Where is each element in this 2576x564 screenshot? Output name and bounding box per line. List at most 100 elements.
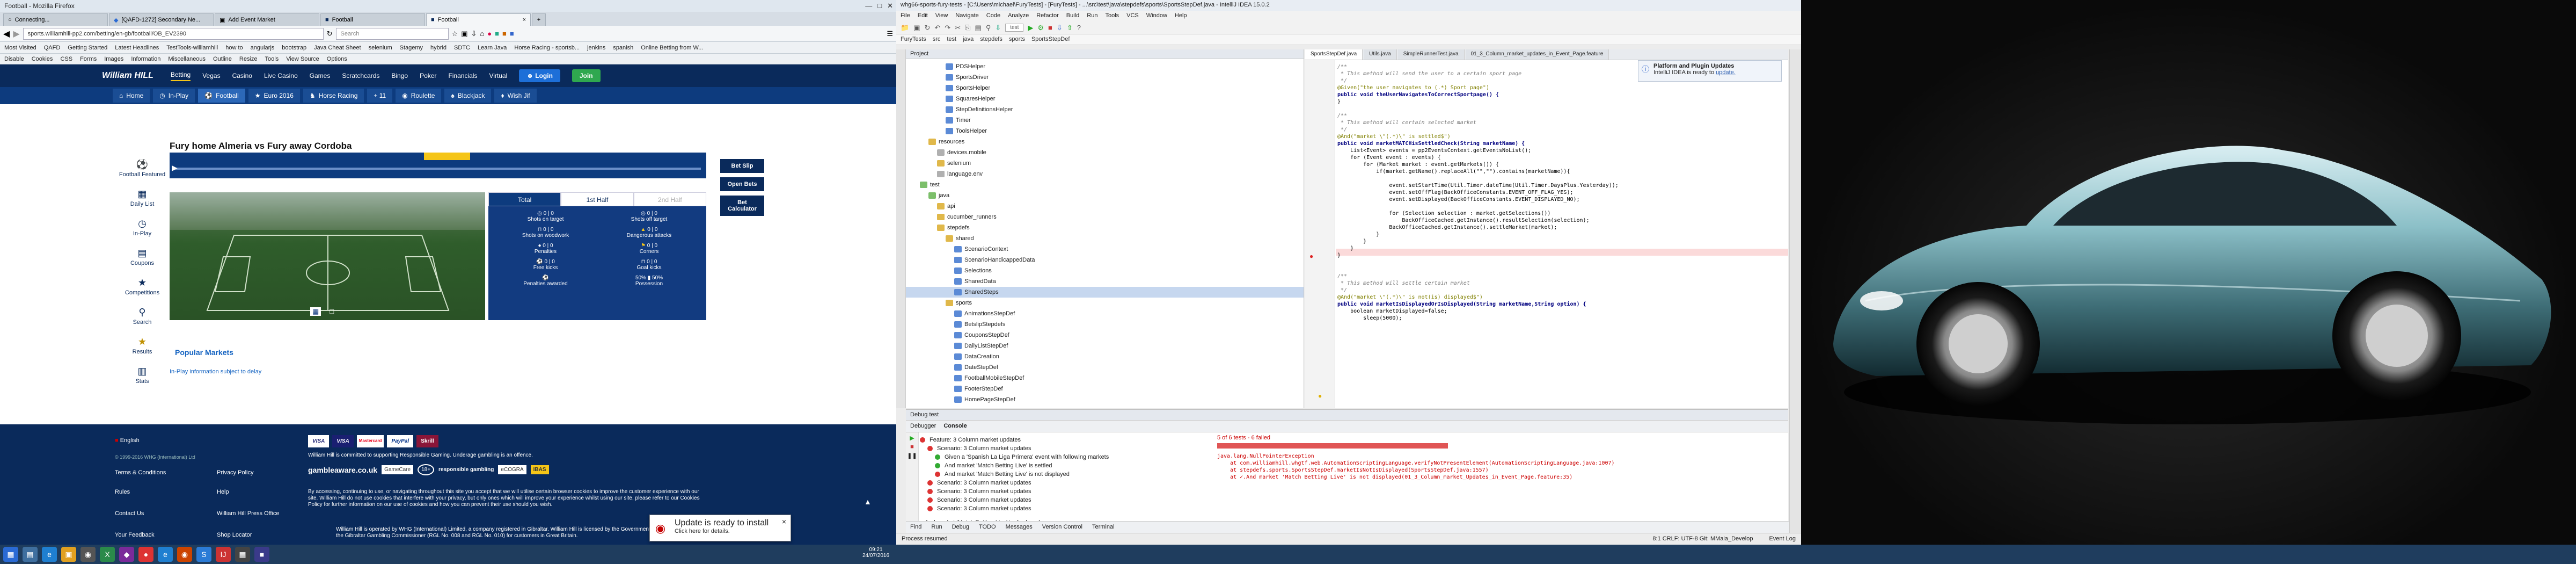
footer-link[interactable]: Contact Us [115,510,144,517]
ie-icon[interactable]: e [158,547,173,562]
find-icon[interactable]: ⚲ [986,24,991,32]
undo-icon[interactable]: ↶ [934,24,940,32]
bookmark-item[interactable]: Getting Started [68,45,107,51]
tree-row[interactable]: CouponsStepDef [906,330,1304,341]
tree-row[interactable]: SportsHelper [906,83,1304,93]
menu-item[interactable]: Edit [918,12,928,20]
tree-row[interactable]: cucumber_runners [906,212,1304,222]
tree-row[interactable]: BetslipStepdefs [906,319,1304,330]
test-row[interactable]: Feature: 3 Column market updates [920,436,1210,444]
editor-gutter[interactable]: ● ● [1305,60,1335,408]
bet-calculator-button[interactable]: Bet Calculator [720,196,764,216]
bookmark-item[interactable]: angularjs [251,45,275,51]
tool-window-tab[interactable]: Run [931,524,942,531]
bookmark-item[interactable]: hybrid [430,45,447,51]
skype-icon[interactable]: S [196,547,211,562]
code-editor[interactable]: SportsStepDef.java Utils.java SimpleRunn… [1305,49,1788,408]
save-icon[interactable]: ▣ [913,24,920,32]
breadcrumb-item[interactable]: test [947,36,956,43]
webdev-menu-item[interactable]: Images [104,56,123,62]
webdev-menu-item[interactable]: Options [327,56,347,62]
forward-icon[interactable]: ▶ [13,28,19,39]
browser-tab-active[interactable]: ■ Football × [426,13,531,26]
bookmark-item[interactable]: Java Cheat Sheet [314,45,361,51]
breadcrumb-item[interactable]: SportsStepDef [1031,36,1070,43]
play-icon[interactable]: ▶ [172,163,178,172]
tree-row[interactable]: DataCreation [906,351,1304,362]
tool-window-tab[interactable]: Version Control [1042,524,1082,531]
tree-row[interactable]: FooterStepDef [906,384,1304,394]
debug-icon[interactable]: ⚙ [1037,24,1044,32]
tree-row[interactable]: test [906,179,1304,190]
tree-row[interactable]: Selections [906,265,1304,276]
tree-row[interactable]: SquaresHelper [906,93,1304,104]
run-icon[interactable]: ▶ [1028,24,1033,32]
ibas-logo[interactable]: IBAS [530,465,549,474]
close-tab-icon[interactable]: × [523,17,526,23]
pause-icon[interactable]: ❚❚ [906,452,918,459]
event-log[interactable]: Event Log [1769,536,1796,543]
webdev-menu-item[interactable]: Resize [239,56,258,62]
sidebar-item-daily-list[interactable]: ▦ Daily List [113,189,172,207]
star-icon[interactable]: ☆ [452,30,458,38]
update-link[interactable]: update. [1716,69,1736,76]
footer-link[interactable]: Help [217,489,292,495]
nav-bingo[interactable]: Bingo [391,72,408,79]
editor-tab[interactable]: SportsStepDef.java [1305,49,1363,60]
editor-tab[interactable]: Utils.java [1364,49,1397,60]
bookmark-item[interactable]: Stagemy [400,45,423,51]
editor-tab[interactable]: SimpleRunnerTest.java [1397,49,1465,60]
footer-link[interactable]: Rules [115,489,130,495]
stop-icon[interactable]: ■ [1048,24,1052,32]
subnav-horse-racing[interactable]: ♞ Horse Racing [303,89,364,103]
vcs-commit-icon[interactable]: ⇧ [1067,24,1073,32]
tree-row[interactable]: ScenarioHandicappedData [906,255,1304,265]
tab-total[interactable]: Total [488,192,561,206]
download-icon[interactable]: ⇩ [471,30,477,38]
bet-slip-button[interactable]: Bet Slip [720,159,764,173]
status-right[interactable]: 8:1 CRLF: UTF-8 Git: MMaia_Develop [1652,536,1753,543]
tree-row[interactable]: SharedData [906,276,1304,287]
editor-tab[interactable]: 01_3_Column_market_updates_in_Event_Page… [1465,49,1609,60]
tool-window-tab[interactable]: Messages [1006,524,1033,531]
bookmark-item[interactable]: QAFD [44,45,61,51]
copy-icon[interactable]: ⎘ [965,24,970,32]
tree-row[interactable]: DailyListStepDef [906,341,1304,351]
pocket-icon[interactable]: ● [487,30,492,38]
bookmark-item[interactable]: Learn Java [478,45,507,51]
sidebar-item-competitions[interactable]: ★ Competitions [113,277,172,296]
tree-row[interactable]: shared [906,233,1304,244]
bookmark-item[interactable]: Horse Racing - sportsb... [514,45,580,51]
join-button[interactable]: Join [572,69,601,82]
explorer-icon[interactable]: ▤ [23,547,38,562]
subnav-football[interactable]: ⚽ Football [198,89,245,103]
wh-logo[interactable]: William HILL [102,71,153,81]
sidebar-item-featured[interactable]: ⚽ Football Featured [113,159,172,178]
footer-link[interactable]: Privacy Policy [217,469,292,476]
bookmark-item[interactable]: Latest Headlines [115,45,159,51]
bookmark-item[interactable]: TestTools-williamhill [166,45,218,51]
webdev-menu-item[interactable]: Cookies [32,56,53,62]
tool-window-tab[interactable]: Debug [952,524,969,531]
bookmark-item[interactable]: Most Visited [4,45,36,51]
sync-icon[interactable]: ↻ [924,24,930,32]
tree-row[interactable]: language.env [906,169,1304,179]
tree-row[interactable]: DateStepDef [906,362,1304,373]
menu-item[interactable]: File [901,12,910,20]
ie-icon[interactable]: e [42,547,57,562]
update-notification[interactable]: ⓘ Platform and Plugin Updates IntelliJ I… [1638,60,1782,82]
run-config-select[interactable]: test [1005,24,1024,32]
webdev-menu-item[interactable]: Disable [4,56,24,62]
browser-tab[interactable]: ■ Football [320,13,425,26]
extension-icon[interactable]: ■ [510,30,514,38]
login-button[interactable]: ☻ Login [519,69,560,82]
webdev-menu-item[interactable]: View Source [286,56,319,62]
vcs-update-icon[interactable]: ⇩ [1057,24,1063,32]
breadcrumb-item[interactable]: FuryTests [901,36,926,43]
redo-icon[interactable]: ↷ [945,24,950,32]
nav-betting[interactable]: Betting [170,71,191,81]
subnav-more[interactable]: + 11 [367,89,393,103]
tab-first-half[interactable]: 1st Half [561,192,634,206]
nav-scratchcards[interactable]: Scratchcards [342,72,379,79]
scroll-top-icon[interactable]: ▲ [864,497,872,506]
